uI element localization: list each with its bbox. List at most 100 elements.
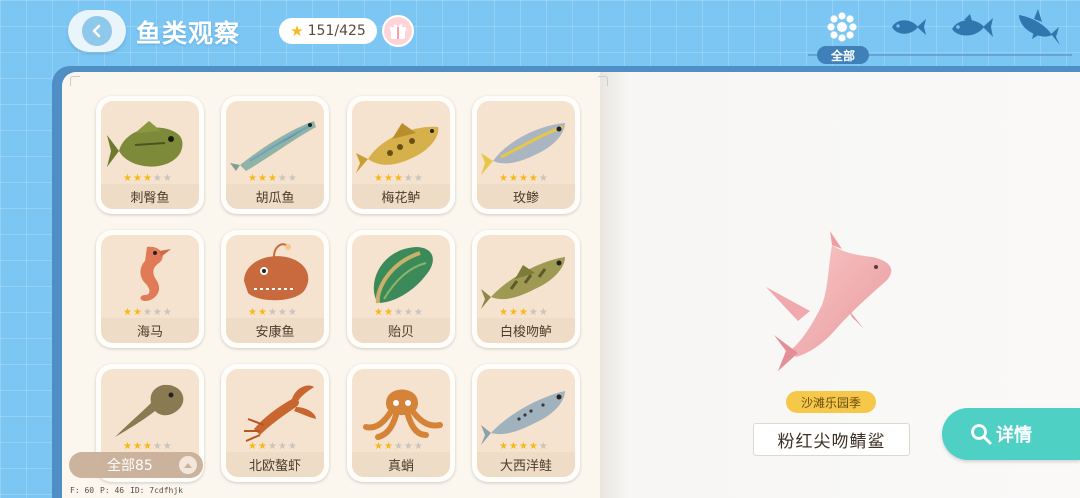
star-icon: ★ (287, 441, 297, 452)
fish-card-body: ★ ★ ★ ★ ★ 梅花鲈 (352, 101, 450, 209)
fish-card[interactable]: ★ ★ ★ ★ ★ 海马 (96, 230, 204, 348)
fish-card-name: 真蛸 (352, 452, 450, 477)
star-icon: ★ (162, 173, 172, 184)
star-icon: ★ (383, 173, 393, 184)
search-icon (971, 424, 992, 445)
progress-text: 151/425 (307, 23, 366, 39)
star-icon: ★ (499, 173, 508, 184)
rarity-stars: ★ ★ ★ ★ ★ (248, 308, 297, 318)
star-icon: ★ (132, 173, 142, 184)
fish-illustration (356, 123, 439, 173)
star-icon: ★ (393, 307, 403, 318)
star-icon: ★ (162, 307, 172, 318)
fish-card-body: ★ ★ ★ ★ ★ 安康鱼 (226, 235, 324, 343)
fish-card[interactable]: ★ ★ ★ ★ ★ 安康鱼 (221, 230, 329, 348)
fish-card[interactable]: ★ ★ ★ ★ ★ 玫鲹 (472, 96, 580, 214)
star-icon: ★ (508, 173, 518, 184)
fish-card-name: 海马 (101, 318, 199, 343)
tadpole-illustration (115, 384, 184, 437)
gift-icon (390, 24, 406, 39)
star-icon: ★ (528, 173, 538, 184)
filter-medium-tab[interactable] (948, 6, 996, 48)
rarity-stars: ★ ★ ★ ★ ★ (374, 174, 423, 184)
star-icon: ★ (518, 441, 528, 452)
star-icon: ★ (499, 307, 508, 318)
small-fish-icon (892, 19, 926, 35)
fish-card-name: 贻贝 (352, 318, 450, 343)
octopus-illustration (363, 389, 443, 440)
fish-card[interactable]: ★ ★ ★ ★ ★ 贻贝 (347, 230, 455, 348)
fish-card[interactable]: ★ ★ ★ ★ ★ 北欧螯虾 (221, 364, 329, 482)
star-icon: ★ (403, 173, 413, 184)
crayfish-illustration (244, 385, 316, 442)
fish-card-body: ★ ★ ★ ★ ★ 刺臀鱼 (101, 101, 199, 209)
fish-card[interactable]: ★ ★ ★ ★ ★ 胡瓜鱼 (221, 96, 329, 214)
star-icon: ★ (528, 307, 538, 318)
star-icon: ★ (123, 307, 132, 318)
star-icon: ★ (142, 441, 152, 452)
star-icon: ★ (393, 173, 403, 184)
star-icon: ★ (123, 173, 132, 184)
rarity-stars: ★ ★ ★ ★ ★ (248, 442, 297, 452)
star-icon: ★ (383, 441, 393, 452)
fish-illustration (230, 121, 316, 177)
fish-card-name: 安康鱼 (226, 318, 324, 343)
star-icon: ★ (374, 307, 383, 318)
star-icon: ★ (277, 173, 287, 184)
fish-card[interactable]: ★ ★ ★ ★ ★ 白梭吻鲈 (472, 230, 580, 348)
fish-card[interactable]: ★ ★ ★ ★ ★ 大西洋鲑 (472, 364, 580, 482)
fish-illustration (481, 391, 565, 445)
chevron-up-icon (179, 456, 197, 474)
fish-card[interactable]: ★ ★ ★ ★ ★ 刺臀鱼 (96, 96, 204, 214)
star-icon: ★ (248, 307, 257, 318)
fish-card-name: 梅花鲈 (352, 184, 450, 209)
back-button[interactable] (68, 10, 126, 52)
filter-small-tab[interactable] (884, 6, 932, 48)
selected-fish-name: 粉红尖吻鲭鲨 (753, 423, 910, 456)
collection-progress: ★ 151/425 (279, 18, 377, 44)
filter-selected-label: 全部 (817, 46, 869, 64)
star-icon: ★ (528, 441, 538, 452)
filter-large-tab[interactable] (1014, 6, 1062, 48)
fish-card-body: ★ ★ ★ ★ ★ 真蛸 (352, 369, 450, 477)
collection-filter-pill[interactable]: 全部85 (69, 452, 203, 478)
fish-card-name: 北欧螯虾 (226, 452, 324, 477)
anglerfish-illustration (244, 243, 309, 301)
fish-card-body: ★ ★ ★ ★ ★ 玫鲹 (477, 101, 575, 209)
fish-card-body: ★ ★ ★ ★ ★ 北欧螯虾 (226, 369, 324, 477)
star-icon: ★ (403, 307, 413, 318)
star-icon: ★ (267, 307, 277, 318)
fish-card-name: 玫鲹 (477, 184, 575, 209)
details-button[interactable]: 详情 (942, 408, 1080, 460)
star-icon: ★ (287, 307, 297, 318)
fish-card-name: 大西洋鲑 (477, 452, 575, 477)
debug-ping: P: 46 (100, 486, 125, 495)
fish-card-body: ★ ★ ★ ★ ★ 白梭吻鲈 (477, 235, 575, 343)
star-icon: ★ (162, 441, 172, 452)
star-icon: ★ (538, 173, 548, 184)
rarity-stars: ★ ★ ★ ★ ★ (374, 308, 423, 318)
fish-size-filter: 全部 (808, 0, 1078, 66)
star-icon: ★ (142, 173, 152, 184)
back-arrow-icon (82, 16, 112, 46)
page-title: 鱼类观察 (136, 19, 241, 48)
page-corner-mark (70, 76, 80, 86)
medium-fish-icon (952, 14, 993, 37)
star-icon: ★ (499, 441, 508, 452)
rarity-stars: ★ ★ ★ ★ ★ (248, 174, 297, 184)
rarity-stars: ★ ★ ★ ★ ★ (123, 174, 172, 184)
fish-card[interactable]: ★ ★ ★ ★ ★ 真蛸 (347, 364, 455, 482)
gift-button[interactable] (382, 15, 414, 47)
fish-card[interactable]: ★ ★ ★ ★ ★ 梅花鲈 (347, 96, 455, 214)
star-icon: ★ (374, 441, 383, 452)
star-icon: ★ (123, 441, 132, 452)
star-icon: ★ (152, 441, 162, 452)
filter-all-tab[interactable] (818, 6, 866, 48)
star-icon: ★ (132, 441, 142, 452)
rarity-stars: ★ ★ ★ ★ ★ (123, 308, 172, 318)
star-icon: ★ (290, 22, 304, 40)
rarity-stars: ★ ★ ★ ★ ★ (499, 442, 548, 452)
fish-card-body: ★ ★ ★ ★ ★ 胡瓜鱼 (226, 101, 324, 209)
star-icon: ★ (383, 307, 393, 318)
star-icon: ★ (538, 307, 548, 318)
